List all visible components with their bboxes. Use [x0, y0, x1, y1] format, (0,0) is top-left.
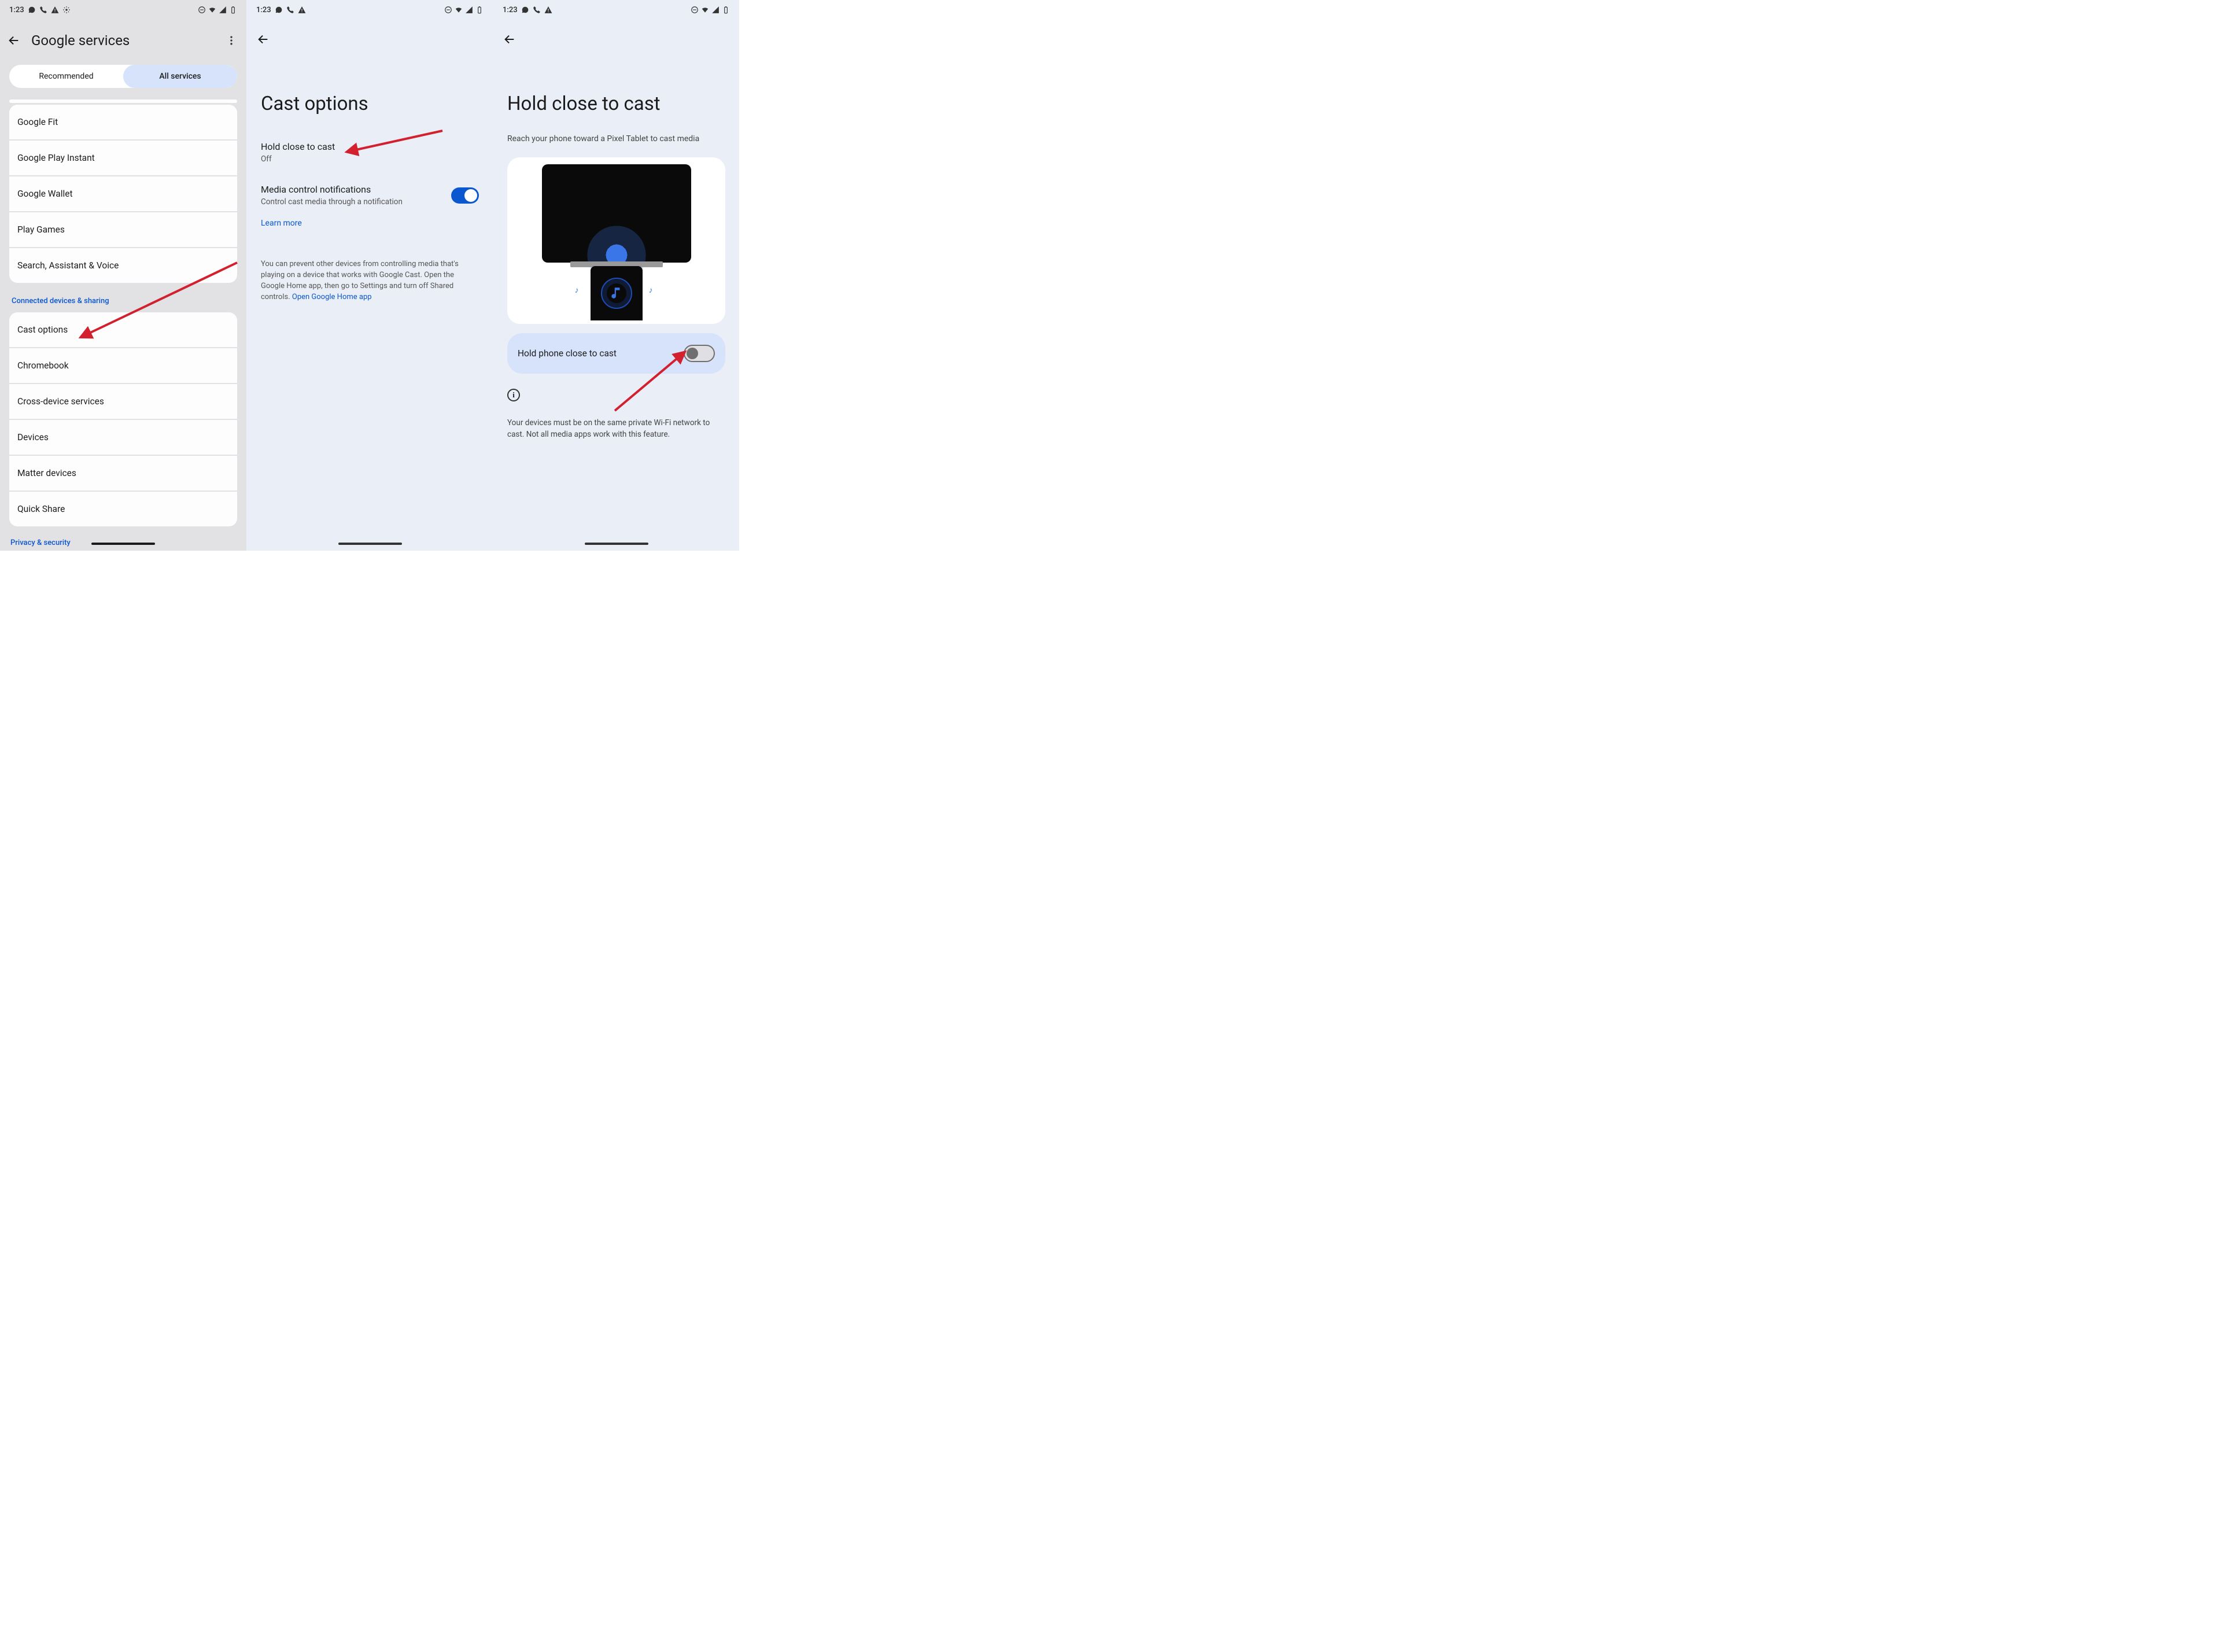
- appbar: [493, 32, 739, 46]
- list-item[interactable]: Google Fit: [9, 105, 237, 139]
- hold-close-toggle[interactable]: [684, 345, 715, 362]
- list-item-cast-options[interactable]: Cast options: [9, 312, 237, 347]
- toggle-label: Hold phone close to cast: [518, 348, 617, 359]
- statusbar: 1:23: [0, 0, 246, 20]
- phone-icon: [533, 6, 541, 14]
- back-button[interactable]: [503, 32, 516, 46]
- warning-icon: [51, 6, 59, 14]
- chat-bubble-icon: [521, 6, 529, 14]
- dnd-icon: [691, 6, 699, 14]
- option-label: Media control notifications: [261, 184, 403, 195]
- wifi-icon: [455, 6, 463, 14]
- open-google-home-link[interactable]: Open Google Home app: [292, 293, 372, 301]
- appbar: Google services: [0, 32, 246, 49]
- option-label: Hold close to cast: [261, 141, 479, 152]
- wifi-icon: [208, 6, 216, 14]
- music-ring-icon: [601, 278, 632, 309]
- list-item[interactable]: Chromebook: [9, 348, 237, 383]
- info-icon: i: [507, 389, 520, 401]
- info-row[interactable]: i: [507, 389, 520, 401]
- illustration: ♪ ♪: [507, 157, 725, 324]
- footnote: You can prevent other devices from contr…: [261, 259, 479, 303]
- phone-icon: [286, 6, 294, 14]
- statusbar: 1:23: [493, 0, 739, 20]
- list-item[interactable]: Play Games: [9, 212, 237, 247]
- screen-google-services: 1:23 Google services Recommended All ser…: [0, 0, 246, 551]
- gesture-bar: [91, 543, 155, 545]
- section-header: Connected devices & sharing: [9, 283, 237, 312]
- music-note-icon: ♪: [575, 285, 579, 295]
- services-list: Google Fit Google Play Instant Google Wa…: [9, 99, 237, 551]
- wifi-icon: [701, 6, 709, 14]
- screen-cast-options: 1:23 Cast options Hold close to cast Off…: [246, 0, 493, 551]
- dnd-icon: [444, 6, 452, 14]
- music-icon: [609, 286, 624, 301]
- privacy-security-link[interactable]: Privacy & security: [10, 539, 71, 547]
- list-item[interactable]: Quick Share: [9, 492, 237, 526]
- statusbar: 1:23: [247, 0, 493, 20]
- arrow-left-icon: [503, 33, 516, 46]
- tablet-illustration: [542, 164, 691, 263]
- screen-hold-close: 1:23 Hold close to cast Reach your phone…: [493, 0, 739, 551]
- more-vert-icon: [226, 35, 237, 46]
- status-time: 1:23: [503, 6, 518, 14]
- dnd-icon: [198, 6, 206, 14]
- battery-icon: [475, 6, 484, 14]
- status-time: 1:23: [9, 6, 24, 14]
- list-peek: [9, 99, 237, 103]
- warning-icon: [544, 6, 552, 14]
- list-item[interactable]: Matter devices: [9, 456, 237, 491]
- phone-illustration: [591, 266, 643, 320]
- battery-icon: [722, 6, 730, 14]
- option-sub: Control cast media through a notificatio…: [261, 197, 403, 207]
- media-control-toggle[interactable]: [451, 187, 479, 204]
- gesture-bar: [585, 543, 648, 545]
- music-note-icon: ♪: [649, 285, 653, 295]
- status-time: 1:23: [256, 6, 271, 14]
- learn-more-link[interactable]: Learn more: [261, 219, 302, 228]
- page-title: Cast options: [261, 93, 479, 115]
- battery-icon: [229, 6, 237, 14]
- appbar: [247, 32, 493, 46]
- back-button[interactable]: [7, 34, 21, 47]
- more-button[interactable]: [223, 32, 239, 49]
- signal-icon: [711, 6, 720, 14]
- back-button[interactable]: [256, 32, 270, 46]
- arrow-left-icon: [257, 33, 270, 46]
- warning-icon: [298, 6, 306, 14]
- page-subtitle: Reach your phone toward a Pixel Tablet t…: [507, 134, 725, 143]
- phone-icon: [39, 6, 47, 14]
- settings-small-icon: [62, 6, 71, 14]
- option-sub: Off: [261, 154, 479, 164]
- toggle-card: Hold phone close to cast: [507, 333, 725, 374]
- footnote: Your devices must be on the same private…: [507, 418, 725, 440]
- page-title: Google services: [31, 32, 130, 49]
- list-item[interactable]: Google Play Instant: [9, 141, 237, 175]
- list-item[interactable]: Google Wallet: [9, 176, 237, 211]
- arrow-left-icon: [8, 34, 20, 47]
- chat-bubble-icon: [28, 6, 36, 14]
- signal-icon: [219, 6, 227, 14]
- list-item[interactable]: Cross-device services: [9, 384, 237, 419]
- tab-recommended[interactable]: Recommended: [9, 65, 123, 88]
- chat-bubble-icon: [275, 6, 283, 14]
- segmented-tabs: Recommended All services: [9, 65, 237, 88]
- gesture-bar: [338, 543, 402, 545]
- tab-all-services[interactable]: All services: [123, 65, 237, 88]
- signal-icon: [465, 6, 473, 14]
- page-title: Hold close to cast: [507, 93, 725, 115]
- option-media-control[interactable]: Media control notifications Control cast…: [261, 184, 479, 207]
- list-item[interactable]: Devices: [9, 420, 237, 455]
- list-item[interactable]: Search, Assistant & Voice: [9, 248, 237, 283]
- option-hold-close[interactable]: Hold close to cast Off: [261, 141, 479, 164]
